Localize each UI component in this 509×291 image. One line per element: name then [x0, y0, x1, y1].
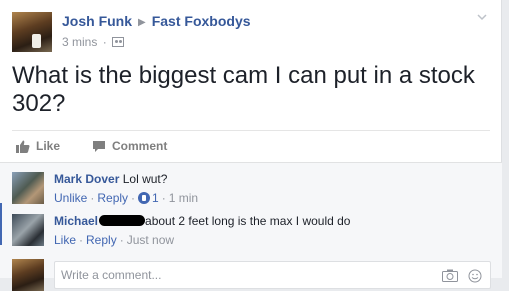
like-count-icon[interactable] — [138, 192, 151, 204]
unlike-link[interactable]: Unlike — [54, 191, 87, 205]
thumbs-up-icon — [16, 140, 30, 153]
post-header: Josh Funk ▶ Fast Foxbodys — [62, 13, 251, 29]
separator-dot: · — [131, 191, 136, 205]
comment-composer — [12, 257, 492, 291]
comment-input[interactable] — [61, 268, 421, 282]
separator-dot: · — [119, 233, 124, 247]
active-comment-marker — [0, 203, 2, 245]
chevron-down-icon[interactable] — [477, 12, 487, 22]
commenter-avatar[interactable] — [12, 214, 44, 246]
comment-text: Lol wut? — [122, 172, 168, 186]
redaction-bar — [99, 215, 146, 226]
triangle-right-icon: ▶ — [138, 17, 146, 28]
post-action-bar: Like Comment — [12, 130, 490, 160]
comment-actions: Unlike · Reply · 1 · 1 min — [54, 190, 484, 206]
comment-text: about 2 feet long is the max I would do — [145, 214, 351, 228]
avatar-detail — [32, 34, 41, 48]
reply-link[interactable]: Reply — [86, 233, 117, 247]
author-avatar[interactable] — [12, 12, 52, 52]
emoji-icon[interactable] — [468, 269, 482, 283]
group-audience-icon[interactable] — [112, 37, 125, 47]
commenter-name[interactable]: Michael — [54, 214, 98, 228]
comment-input-box[interactable] — [54, 261, 491, 289]
comment-time[interactable]: 1 min — [169, 191, 198, 205]
comment-time[interactable]: Just now — [127, 233, 174, 247]
comments-section: Mark Dover Lol wut? Unlike · Reply · 1 · 1 min… — [0, 162, 502, 291]
comment-body: Mark Dover Lol wut? Unlike · Reply · 1 · 1 min — [54, 171, 484, 206]
comment-label: Comment — [112, 139, 168, 153]
group-name[interactable]: Fast Foxbodys — [152, 13, 251, 29]
reply-link[interactable]: Reply — [97, 191, 128, 205]
commenter-avatar[interactable] — [12, 172, 44, 204]
post-text: What is the biggest cam I can put in a s… — [12, 62, 475, 117]
comment-body: Michael about 2 feet long is the max I wo… — [54, 213, 484, 248]
author-name[interactable]: Josh Funk — [62, 13, 132, 29]
post-meta: 3 mins · — [62, 35, 125, 49]
separator-dot: · — [90, 191, 95, 205]
camera-icon[interactable] — [442, 269, 458, 282]
current-user-avatar — [12, 259, 44, 291]
commenter-name[interactable]: Mark Dover — [54, 172, 119, 186]
separator-dot: · — [79, 233, 84, 247]
comment-actions: Like · Reply · Just now — [54, 232, 484, 248]
like-count[interactable]: 1 — [152, 191, 159, 205]
comment-button[interactable]: Comment — [92, 139, 167, 153]
separator-dot: · — [161, 191, 166, 205]
post-card: Josh Funk ▶ Fast Foxbodys 3 mins · What is… — [0, 0, 502, 291]
like-label: Like — [36, 139, 61, 153]
like-button[interactable]: Like — [16, 139, 60, 153]
separator-dot: · — [102, 35, 107, 49]
like-link[interactable]: Like — [54, 233, 76, 247]
speech-bubble-icon — [93, 140, 105, 152]
post-time[interactable]: 3 mins — [62, 35, 97, 49]
